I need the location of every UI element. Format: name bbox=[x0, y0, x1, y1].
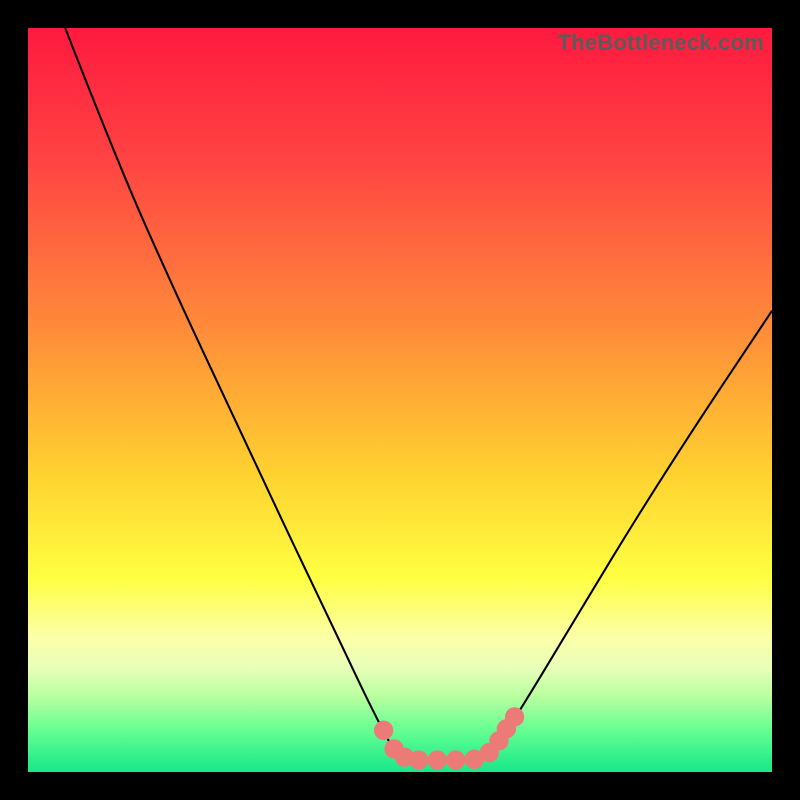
highlight-point bbox=[374, 721, 393, 740]
bottleneck-chart bbox=[28, 28, 772, 772]
chart-frame: TheBottleneck.com bbox=[0, 0, 800, 800]
highlight-point bbox=[505, 707, 524, 726]
highlight-point bbox=[446, 750, 465, 769]
highlight-point bbox=[409, 750, 428, 769]
gradient-background bbox=[28, 28, 772, 772]
watermark-text: TheBottleneck.com bbox=[558, 30, 764, 56]
plot-area: TheBottleneck.com bbox=[28, 28, 772, 772]
highlight-point bbox=[428, 750, 447, 769]
